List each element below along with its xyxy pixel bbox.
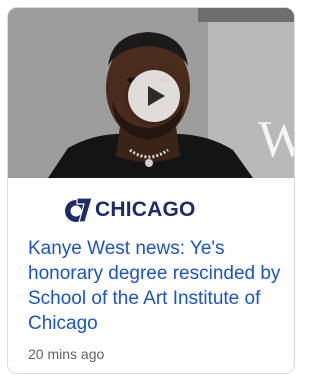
news-card[interactable]: W CHICA bbox=[7, 7, 295, 374]
headline-link[interactable]: Kanye West news: Ye's honorary degree re… bbox=[28, 236, 290, 336]
source-name: CHICAGO bbox=[95, 198, 196, 221]
backdrop-letter: W bbox=[258, 111, 295, 168]
video-thumbnail[interactable]: W bbox=[8, 8, 295, 178]
play-icon bbox=[148, 86, 165, 106]
source-row: CHICAGO bbox=[63, 196, 196, 224]
play-button[interactable] bbox=[128, 70, 180, 122]
timestamp: 20 mins ago bbox=[28, 346, 105, 362]
abc7-logo-icon bbox=[65, 197, 93, 223]
